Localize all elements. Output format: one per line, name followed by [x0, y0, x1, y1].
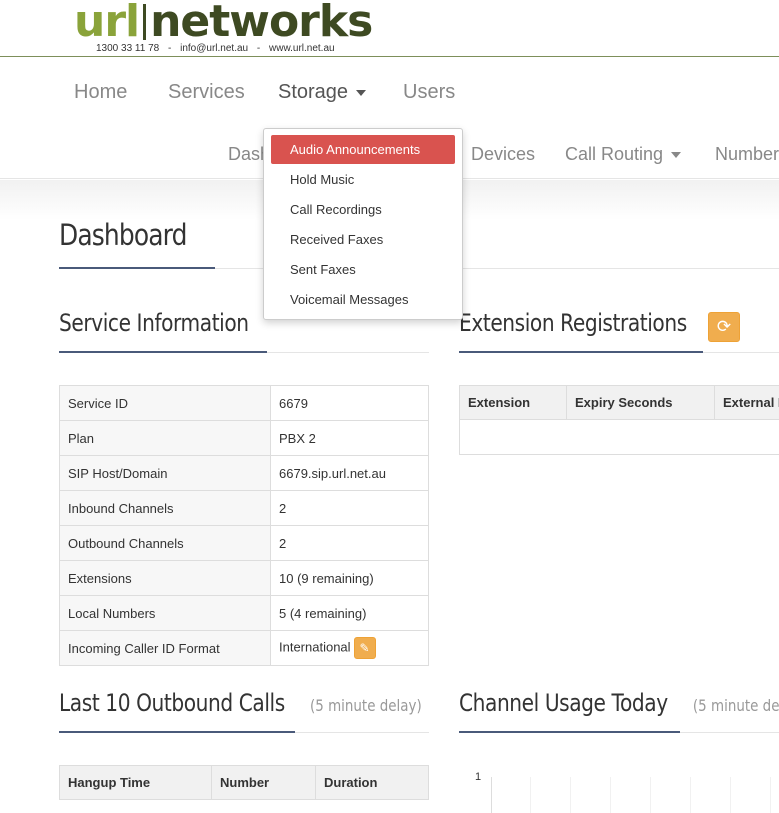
menu-item-hold-music[interactable]: Hold Music: [264, 165, 462, 195]
main-nav: Home Services Storage Users: [0, 57, 779, 127]
subnav-call-routing-label: Call Routing: [565, 144, 664, 164]
empty-cell: [459, 419, 779, 455]
row-label: Extensions: [59, 560, 271, 596]
pencil-icon: ✎: [359, 641, 370, 655]
section-underline: [59, 731, 295, 733]
table-row: Plan PBX 2: [59, 420, 429, 456]
caret-down-icon: [671, 152, 682, 159]
channel-usage-title-text: Channel Usage Today: [459, 689, 668, 717]
section-underline: [459, 731, 680, 733]
logo-divider: [143, 4, 147, 40]
table-row: SIP Host/Domain 6679.sip.url.net.au: [59, 455, 429, 491]
page-title: Dashboard: [59, 218, 187, 252]
contact-separator: -: [168, 43, 172, 54]
row-label: Incoming Caller ID Format: [59, 630, 271, 666]
contact-website: www.url.net.au: [269, 43, 335, 54]
column-header[interactable]: Extension: [459, 385, 567, 420]
service-info-table: Service ID 6679 Plan PBX 2 SIP Host/Domain…: [59, 385, 429, 666]
table-row: Incoming Caller ID Format International ✎: [59, 630, 429, 666]
outbound-calls-delay: (5 minute delay): [310, 696, 422, 715]
row-label: Plan: [59, 420, 271, 456]
y-axis: [491, 777, 492, 813]
outbound-calls-table: Hangup Time Number Duration: [59, 765, 429, 800]
table-row-empty: [459, 419, 779, 455]
nav-storage-label: Storage: [278, 81, 349, 103]
outbound-calls-title-text: Last 10 Outbound Calls: [59, 689, 285, 717]
subnav-numbers[interactable]: Number: [715, 144, 779, 165]
channel-usage-delay: (5 minute delay): [692, 696, 779, 715]
outbound-calls-title: Last 10 Outbound Calls (5 minute delay): [59, 689, 422, 717]
menu-item-received-faxes[interactable]: Received Faxes: [264, 225, 462, 255]
contact-email: info@url.net.au: [180, 43, 249, 54]
contact-phone: 1300 33 11 78: [96, 43, 160, 54]
nav-users[interactable]: Users: [403, 81, 455, 104]
column-header[interactable]: Duration: [315, 765, 429, 800]
menu-item-call-recordings[interactable]: Call Recordings: [264, 195, 462, 225]
column-header[interactable]: Hangup Time: [59, 765, 212, 800]
subnav-call-routing[interactable]: Call Routing: [565, 144, 682, 165]
table-row: Outbound Channels 2: [59, 525, 429, 561]
channel-usage-title: Channel Usage Today (5 minute delay): [459, 689, 779, 717]
nav-home[interactable]: Home: [74, 81, 127, 104]
grid-line: [690, 777, 691, 813]
section-underline: [59, 351, 267, 353]
menu-item-sent-faxes[interactable]: Sent Faxes: [264, 255, 462, 285]
table-row: Extensions 10 (9 remaining): [59, 560, 429, 596]
y-tick-label: 1: [475, 771, 482, 783]
logo-url-text: url: [74, 0, 140, 47]
extension-registrations-title: Extension Registrations: [459, 309, 687, 337]
refresh-icon: ⟳: [716, 317, 732, 336]
row-value: 10 (9 remaining): [270, 560, 429, 596]
logo-networks-text: networks: [150, 0, 373, 47]
row-label: Service ID: [59, 385, 271, 421]
table-header-row: Hangup Time Number Duration: [59, 765, 429, 800]
grid-line: [610, 777, 611, 813]
storage-dropdown-menu: Audio Announcements Hold Music Call Reco…: [263, 128, 463, 320]
table-row: Inbound Channels 2: [59, 490, 429, 526]
row-value: PBX 2: [270, 420, 429, 456]
grid-line: [570, 777, 571, 813]
row-value: 2: [270, 490, 429, 526]
table-row: Service ID 6679: [59, 385, 429, 421]
table-header-row: Extension Expiry Seconds External I: [459, 385, 779, 420]
nav-services[interactable]: Services: [168, 81, 245, 104]
contact-separator: -: [256, 43, 261, 54]
column-header[interactable]: Expiry Seconds: [566, 385, 715, 420]
row-label: SIP Host/Domain: [59, 455, 271, 491]
caret-down-icon: [356, 89, 367, 96]
row-value: 5 (4 remaining): [270, 595, 429, 631]
column-header[interactable]: Number: [211, 765, 316, 800]
logo[interactable]: url networks: [74, 0, 373, 47]
grid-line: [650, 777, 651, 813]
edit-caller-id-button[interactable]: ✎: [353, 637, 376, 659]
column-header[interactable]: External I: [714, 385, 779, 420]
caller-id-format-value: International: [279, 639, 351, 655]
grid-line: [770, 777, 771, 813]
nav-storage[interactable]: Storage: [278, 81, 367, 104]
title-underline: [59, 267, 215, 269]
service-info-title: Service Information: [59, 309, 249, 337]
row-value: 6679: [270, 385, 429, 421]
row-value: International ✎: [270, 630, 429, 666]
row-value: 2: [270, 525, 429, 561]
menu-item-audio-announcements[interactable]: Audio Announcements: [271, 135, 455, 164]
grid-line: [730, 777, 731, 813]
subnav-devices[interactable]: Devices: [471, 144, 535, 165]
table-row: Local Numbers 5 (4 remaining): [59, 595, 429, 631]
extension-registrations-table: Extension Expiry Seconds External I: [459, 385, 779, 455]
row-label: Local Numbers: [59, 595, 271, 631]
refresh-registrations-button[interactable]: ⟳: [708, 312, 740, 342]
row-value: 6679.sip.url.net.au: [270, 455, 429, 491]
grid-line: [530, 777, 531, 813]
site-header: url networks 1300 33 11 78 - info@url.net…: [0, 0, 779, 57]
contact-line: 1300 33 11 78 - info@url.net.au - www.ur…: [96, 43, 341, 54]
row-label: Inbound Channels: [59, 490, 271, 526]
channel-usage-chart: 1: [470, 765, 779, 813]
section-underline: [459, 351, 703, 353]
menu-item-voicemail-messages[interactable]: Voicemail Messages: [264, 285, 462, 315]
row-label: Outbound Channels: [59, 525, 271, 561]
